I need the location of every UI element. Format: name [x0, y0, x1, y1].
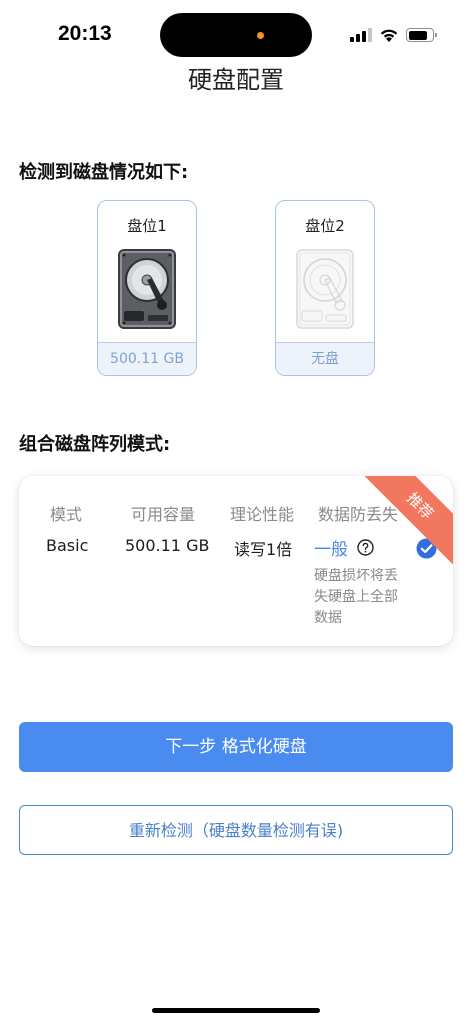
status-icons [350, 25, 437, 45]
header-protection: 数据防丢失 [318, 505, 399, 524]
header-performance: 理论性能 [230, 505, 295, 524]
raid-section-title: 组合磁盘阵列模式: [19, 434, 171, 455]
detect-section-title: 检测到磁盘情况如下: [19, 162, 189, 183]
page-title: 硬盘配置 [188, 66, 284, 94]
disk-slot-2: 盘位2 无盘 [275, 200, 375, 376]
slot-label: 盘位1 [127, 217, 167, 235]
slot-status: 无盘 [276, 342, 374, 375]
redetect-button[interactable]: 重新检测（硬盘数量检测有误) [19, 805, 453, 855]
home-indicator[interactable] [152, 1008, 320, 1013]
help-icon[interactable] [357, 539, 374, 556]
status-time: 20:13 [58, 22, 112, 45]
slot-label: 盘位2 [305, 217, 345, 235]
dynamic-island [160, 13, 312, 57]
next-format-button[interactable]: 下一步 格式化硬盘 [19, 722, 453, 772]
performance-value: 读写1倍 [234, 540, 293, 559]
hard-drive-icon [118, 249, 176, 329]
recording-indicator-icon [257, 32, 264, 39]
slot-status: 500.11 GB [98, 342, 196, 375]
mode-value: Basic [46, 536, 89, 555]
disk-slot-1: 盘位1 500.11 GB [97, 200, 197, 376]
capacity-value: 500.11 GB [125, 536, 210, 555]
battery-icon [406, 28, 437, 42]
header-mode: 模式 [50, 505, 83, 524]
screen: 20:13 硬盘配置 检测到磁盘情况如下: 盘位1 500.11 GB 盘位2 … [0, 0, 472, 1024]
raid-mode-option-basic[interactable]: 模式 可用容量 理论性能 数据防丢失 Basic 500.11 GB 读写1倍 … [19, 476, 453, 646]
protection-description: 硬盘损坏将丢失硬盘上全部数据 [314, 568, 398, 626]
hard-drive-empty-icon [296, 249, 354, 329]
protection-level: 一般 [314, 540, 348, 560]
wifi-icon [380, 29, 398, 42]
cellular-signal-icon [350, 28, 372, 42]
header-capacity: 可用容量 [131, 505, 196, 524]
